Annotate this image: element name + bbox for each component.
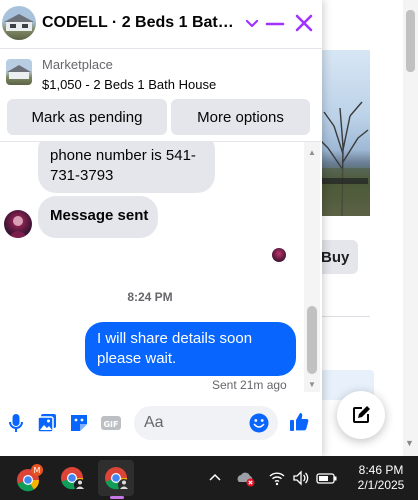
- message-line: 731-3793: [50, 167, 114, 184]
- chevron-down-icon[interactable]: [241, 12, 263, 34]
- time-separator: 8:24 PM: [127, 290, 173, 304]
- sent-status: Sent 21m ago: [212, 378, 287, 392]
- divider: [318, 316, 370, 317]
- contact-avatar[interactable]: [4, 210, 32, 238]
- emoji-icon[interactable]: [248, 412, 270, 434]
- message-line: please wait.: [97, 350, 177, 367]
- battery-icon[interactable]: [316, 469, 338, 487]
- compose-icon: [353, 406, 370, 423]
- marketplace-listing-card: Marketplace $1,050 - 2 Beds 1 Bath House…: [0, 48, 322, 142]
- chrome-profile-taskbar-button[interactable]: [54, 460, 90, 496]
- mark-as-pending-button[interactable]: Mark as pending: [7, 99, 167, 135]
- microphone-icon[interactable]: [5, 412, 27, 434]
- system-clock[interactable]: 8:46 PM 2/1/2025: [352, 463, 410, 493]
- marketplace-label: Marketplace: [42, 57, 113, 72]
- gif-icon[interactable]: GIF: [100, 412, 122, 434]
- listing-thumbnail[interactable]: [2, 6, 36, 40]
- clock-date: 2/1/2025: [357, 478, 405, 492]
- chevron-up-icon[interactable]: [206, 469, 224, 487]
- message-bubble-incoming: Message sent: [38, 196, 158, 238]
- listing-title[interactable]: $1,050 - 2 Beds 1 Bath House: [42, 77, 216, 92]
- chrome-icon: M: [17, 464, 43, 492]
- message-list[interactable]: phone number is 541- 731-3793 Message se…: [0, 142, 322, 396]
- read-receipt-avatar: [272, 248, 286, 262]
- scroll-down-arrow-icon[interactable]: ▼: [308, 380, 316, 389]
- onedrive-icon[interactable]: [236, 469, 256, 487]
- scroll-down-arrow-icon[interactable]: ▼: [405, 438, 414, 448]
- svg-text:GIF: GIF: [103, 420, 118, 429]
- message-input-placeholder: Aa: [144, 414, 164, 431]
- chat-window: CODELL · 2 Beds 1 Bath House Marketplace…: [0, 0, 322, 456]
- chat-header[interactable]: CODELL · 2 Beds 1 Bath House: [0, 0, 322, 48]
- clock-time: 8:46 PM: [358, 463, 404, 477]
- listing-thumbnail-small[interactable]: [6, 59, 32, 85]
- taskbar: M 8:46 PM 2/1/2025: [0, 456, 418, 500]
- thumbs-up-icon[interactable]: [288, 411, 310, 433]
- chrome-badge: M: [34, 466, 41, 475]
- more-options-button[interactable]: More options: [171, 99, 310, 135]
- message-composer: GIF Aa: [0, 396, 322, 456]
- wifi-icon[interactable]: [268, 469, 286, 487]
- photo-gallery-icon[interactable]: [36, 412, 58, 434]
- message-line: I will share details soon: [97, 330, 253, 347]
- volume-icon[interactable]: [292, 469, 310, 487]
- message-input[interactable]: Aa: [134, 406, 278, 440]
- chat-title[interactable]: CODELL · 2 Beds 1 Bath House: [42, 14, 238, 32]
- active-app-indicator: [110, 496, 124, 499]
- chat-scrollbar-thumb[interactable]: [307, 306, 317, 374]
- close-icon[interactable]: [293, 12, 315, 34]
- page-scrollbar-thumb[interactable]: [406, 10, 415, 72]
- chrome-profile-icon: [61, 467, 86, 491]
- chrome-profile-taskbar-button-active[interactable]: [98, 460, 134, 496]
- message-bubble-incoming: phone number is 541- 731-3793: [38, 142, 215, 193]
- chrome-profile-icon: [105, 467, 130, 491]
- new-message-button[interactable]: [337, 391, 385, 439]
- message-line: phone number is 541-: [50, 147, 196, 164]
- screen: Buy ▼ CODELL · 2 Beds 1 Bath House: [0, 0, 418, 500]
- sticker-icon[interactable]: [68, 412, 90, 434]
- message-bubble-outgoing: I will share details soon please wait.: [85, 322, 296, 376]
- chrome-taskbar-button[interactable]: M: [10, 460, 46, 496]
- minimize-icon[interactable]: [264, 12, 286, 34]
- scroll-up-arrow-icon[interactable]: ▲: [308, 148, 316, 157]
